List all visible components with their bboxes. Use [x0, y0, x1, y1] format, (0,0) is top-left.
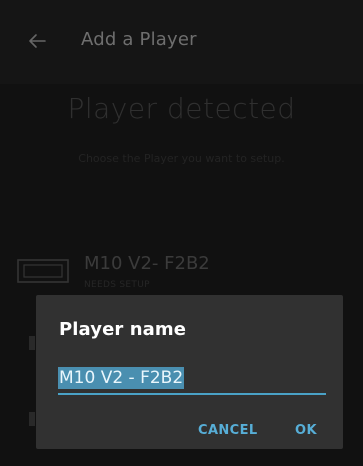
player-name-dialog: Player name M10 V2 - F2B2 CANCEL OK [36, 295, 343, 449]
player-name-input[interactable]: M10 V2 - F2B2 [58, 367, 326, 395]
dialog-title: Player name [59, 319, 187, 340]
screen: Add a Player Player detected Choose the … [0, 0, 363, 466]
ok-button[interactable]: OK [295, 423, 317, 438]
cancel-button[interactable]: CANCEL [198, 423, 258, 438]
background-list-edge [29, 412, 35, 426]
player-name-input-text[interactable]: M10 V2 - F2B2 [58, 367, 185, 389]
background-list-edge [29, 336, 35, 350]
